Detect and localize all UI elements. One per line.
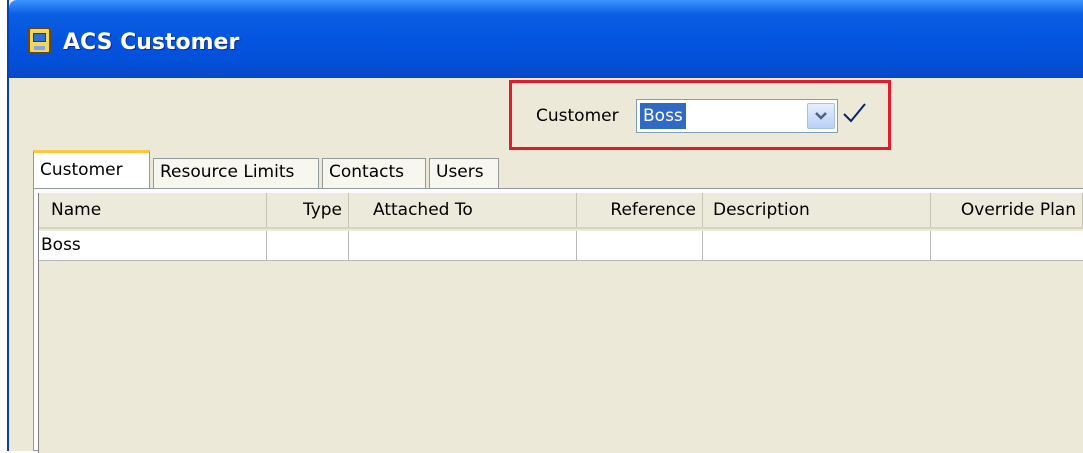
tab-resource-limits[interactable]: Resource Limits xyxy=(153,158,319,188)
tab-customer[interactable]: Customer xyxy=(33,150,150,188)
cell-name[interactable]: Boss xyxy=(39,231,267,260)
checkmark-icon[interactable] xyxy=(841,100,867,133)
tab-panel: Name Type Attached To Reference Descript… xyxy=(33,188,1083,453)
customer-table: Name Type Attached To Reference Descript… xyxy=(38,193,1083,453)
column-header-attached-to[interactable]: Attached To xyxy=(349,193,577,227)
table-row[interactable]: Boss xyxy=(39,231,1083,261)
tab-users[interactable]: Users xyxy=(429,158,499,188)
customer-label: Customer xyxy=(536,106,619,126)
cell-description[interactable] xyxy=(703,231,931,260)
column-header-override-plan[interactable]: Override Plan xyxy=(931,193,1083,227)
chevron-down-icon[interactable] xyxy=(807,103,835,129)
column-header-description[interactable]: Description xyxy=(703,193,931,227)
tab-contacts[interactable]: Contacts xyxy=(322,158,426,188)
computer-app-icon xyxy=(28,27,51,54)
acs-customer-window: ACS Customer Customer Boss Customer Reso… xyxy=(7,0,1083,453)
column-header-name[interactable]: Name xyxy=(39,193,267,227)
cell-reference[interactable] xyxy=(577,231,703,260)
cell-override-plan[interactable] xyxy=(931,231,1083,260)
tab-strip: Customer Resource Limits Contacts Users xyxy=(33,150,1083,188)
customer-combobox-value[interactable]: Boss xyxy=(640,103,686,129)
window-content: Customer Boss Customer Resource Limits C… xyxy=(9,78,1083,453)
column-header-type[interactable]: Type xyxy=(267,193,349,227)
cell-attached-to[interactable] xyxy=(349,231,577,260)
table-header: Name Type Attached To Reference Descript… xyxy=(39,193,1083,229)
cell-type[interactable] xyxy=(267,231,349,260)
title-bar[interactable]: ACS Customer xyxy=(9,0,1083,78)
column-header-reference[interactable]: Reference xyxy=(577,193,703,227)
window-title: ACS Customer xyxy=(63,30,240,55)
customer-combobox[interactable]: Boss xyxy=(636,99,838,133)
